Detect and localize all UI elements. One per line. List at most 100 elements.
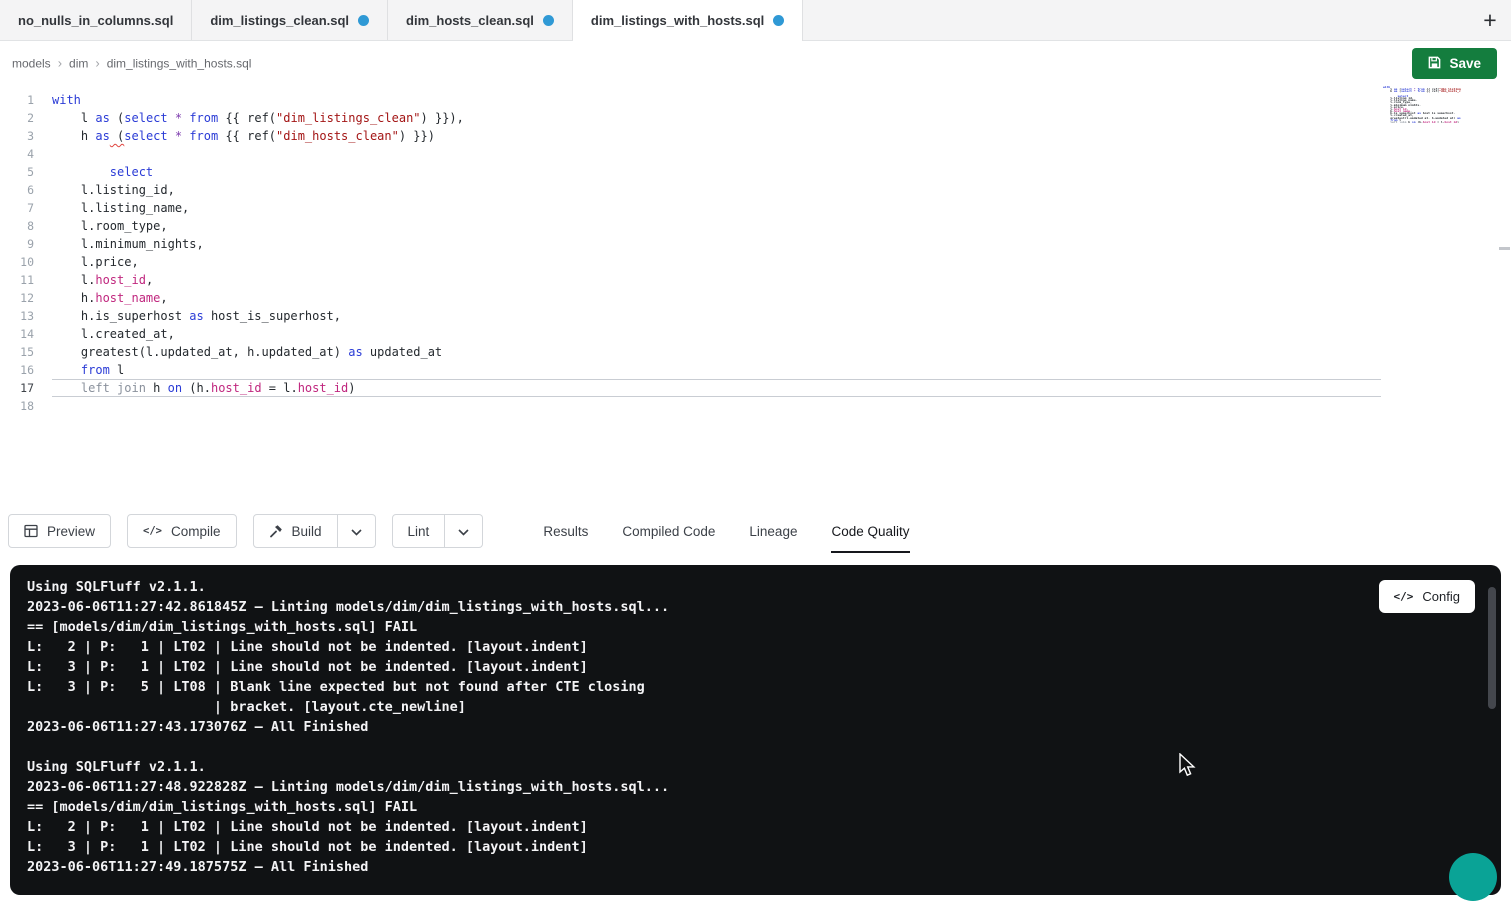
code-token: select [124,129,167,143]
config-button-label: Config [1422,589,1460,604]
line-number: 3 [0,127,34,145]
code-token: as [189,309,203,323]
editor-minimap[interactable]: with l as (select * from {{ ref("dim_lis… [1383,86,1461,125]
line-number: 13 [0,307,34,325]
code-line[interactable]: l.listing_name, [52,199,1381,217]
code-token [168,111,175,125]
breadcrumb-separator-icon: › [58,56,62,71]
panel-tab-lineage[interactable]: Lineage [749,506,797,556]
lint-button-label: Lint [408,524,430,539]
config-button[interactable]: </> Config [1379,580,1475,613]
code-line[interactable]: l.minimum_nights, [52,235,1381,253]
editor-scrollbar[interactable] [1499,247,1510,250]
code-line[interactable]: from l [52,361,1381,379]
unsaved-changes-dot-icon [358,15,369,26]
code-token: ( [110,129,124,143]
code-line[interactable]: select [52,163,1381,181]
help-bubble-button[interactable] [1449,853,1497,901]
code-line[interactable]: l.room_type, [52,217,1381,235]
line-number: 1 [0,91,34,109]
code-token: {{ ref( [218,129,276,143]
terminal-line: 2023-06-06T11:27:48.922828Z — Linting mo… [27,777,669,797]
code-line[interactable]: h as (select * from {{ ref("dim_hosts_cl… [52,127,1381,145]
code-line[interactable]: h.is_superhost as host_is_superhost, [52,307,1381,325]
lint-button[interactable]: Lint [392,514,446,548]
code-line[interactable]: with [52,91,1381,109]
minimap-line: left join h on (h.host_id = l.host_id) [1383,121,1461,123]
code-token: on [168,381,182,395]
breadcrumb-item[interactable]: models [12,56,51,70]
breadcrumb-item[interactable]: dim [69,56,88,70]
build-dropdown-button[interactable] [338,514,376,548]
editor-tab-label: dim_listings_clean.sql [210,13,349,28]
code-line[interactable]: l.listing_id, [52,181,1381,199]
panel-tab-code-quality[interactable]: Code Quality [831,506,909,556]
panel-tab-results[interactable]: Results [543,506,588,556]
code-token: {{ ref( [218,111,276,125]
code-token: as [95,111,109,125]
code-token: as [348,345,362,359]
terminal-line: Using SQLFluff v2.1.1. [27,577,669,597]
lint-dropdown-button[interactable] [445,514,483,548]
terminal-lines: Using SQLFluff v2.1.1. 2023-06-06T11:27:4… [27,577,669,877]
terminal-line: L: 2 | P: 1 | LT02 | Line should not be … [27,817,669,837]
code-token: (h. [182,381,211,395]
code-token: "dim_hosts_clean" [1439,90,1461,92]
code-line[interactable]: greatest(l.updated_at, h.updated_at) as … [52,343,1381,361]
panel-tab-compiled-code[interactable]: Compiled Code [622,506,715,556]
editor-tab[interactable]: dim_listings_with_hosts.sql [573,0,803,41]
preview-button-label: Preview [47,524,95,539]
code-editor[interactable]: 123456789101112131415161718 with l as (s… [0,85,1511,506]
editor-tab[interactable]: dim_hosts_clean.sql [388,0,573,40]
code-token: select [124,111,167,125]
code-token: ) [1457,121,1459,123]
code-line[interactable]: ​ [52,397,1381,415]
breadcrumb-item[interactable]: dim_listings_with_hosts.sql [107,56,252,70]
code-icon: </> [1394,590,1414,603]
terminal-output: Using SQLFluff v2.1.1. 2023-06-06T11:27:4… [10,565,1501,895]
code-line[interactable]: h.host_name, [52,289,1381,307]
code-token: , [146,273,153,287]
editor-code[interactable]: with l as (select * from {{ ref("dim_lis… [52,91,1381,415]
tab-bar-tabs: no_nulls_in_columns.sql dim_listings_clea… [0,0,803,40]
code-line[interactable]: left join h on (h.host_id = l.host_id) [52,379,1381,397]
code-token: l. [52,273,95,287]
chevron-down-icon [351,524,362,539]
code-token: select [1401,90,1412,92]
editor-tab[interactable]: no_nulls_in_columns.sql [0,0,192,40]
line-number: 8 [0,217,34,235]
code-line[interactable]: l as (select * from {{ ref("dim_listings… [52,109,1381,127]
code-line[interactable]: l.host_id, [52,271,1381,289]
panel-tabs: Results Compiled Code Lineage Code Quality [543,506,909,556]
code-line[interactable]: l.created_at, [52,325,1381,343]
preview-button[interactable]: Preview [8,514,111,548]
code-line[interactable]: ​ [52,145,1381,163]
terminal-line: == [models/dim/dim_listings_with_hosts.s… [27,797,669,817]
compile-button[interactable]: </> Compile [127,514,237,548]
line-number: 6 [0,181,34,199]
new-tab-button[interactable]: + [1475,5,1505,35]
save-icon [1428,56,1441,72]
terminal-scrollbar[interactable] [1488,587,1496,709]
terminal-line: L: 3 | P: 1 | LT02 | Line should not be … [27,657,669,677]
compile-button-label: Compile [171,524,221,539]
code-token: host_id [95,273,146,287]
code-token: from [1417,90,1424,92]
terminal-line: L: 3 | P: 1 | LT02 | Line should not be … [27,837,669,857]
code-token: left join [1390,121,1406,123]
build-button[interactable]: Build [253,514,338,548]
terminal-line: == [models/dim/dim_listings_with_hosts.s… [27,617,669,637]
code-token: with [52,93,81,107]
code-token: updated_at [363,345,442,359]
minimap-line: ​ [1383,123,1461,125]
line-number: 10 [0,253,34,271]
code-token: ) }}), [421,111,464,125]
code-token: h. [52,291,95,305]
code-token: host_name [95,291,160,305]
save-button[interactable]: Save [1412,48,1497,79]
editor-tab[interactable]: dim_listings_clean.sql [192,0,388,40]
code-icon: </> [143,525,162,537]
code-token: l.listing_name, [52,201,189,215]
terminal-line: L: 2 | P: 1 | LT02 | Line should not be … [27,637,669,657]
code-line[interactable]: l.price, [52,253,1381,271]
